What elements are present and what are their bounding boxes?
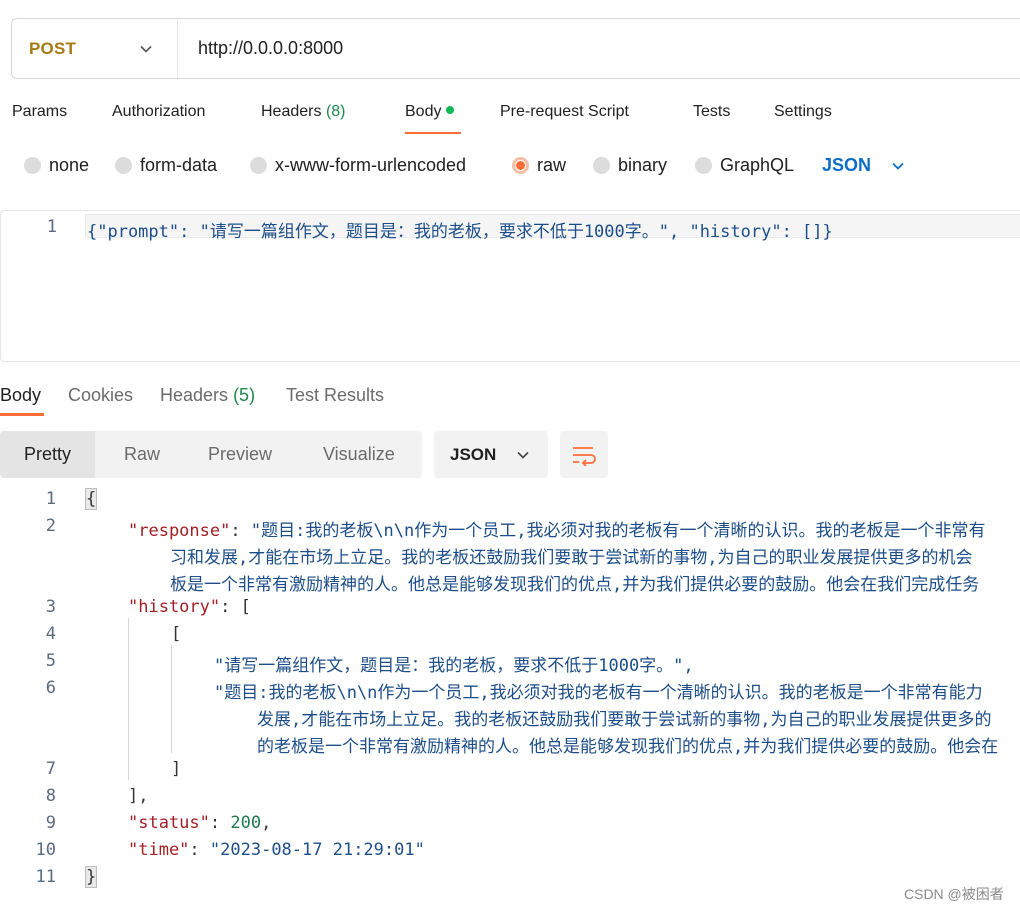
- open-brace: {: [84, 488, 98, 510]
- watermark: CSDN @被困者: [904, 886, 1004, 902]
- code-line-wrap: 习和发展,才能在市场上立足。我的老板还鼓励我们要敢于尝试新的事物,为自己的职业发…: [170, 548, 973, 568]
- radio-label: raw: [537, 155, 567, 175]
- chevron-down-icon[interactable]: [137, 40, 155, 58]
- radio-label: x-www-form-urlencoded: [275, 155, 467, 175]
- res-tab-test-results[interactable]: Test Results: [286, 385, 384, 406]
- json-string: "2023-08-17 21:29:01": [209, 840, 425, 860]
- radio-circle: [695, 157, 712, 174]
- url-input[interactable]: http://0.0.0.0:8000: [198, 38, 343, 59]
- line-number: 2: [45, 516, 56, 536]
- radio-circle: [115, 157, 132, 174]
- json-key: "history": [128, 597, 221, 617]
- response-format-select[interactable]: JSON: [434, 431, 548, 478]
- url-bar: POST http://0.0.0.0:8000: [11, 18, 1020, 79]
- radio-raw[interactable]: raw: [512, 155, 566, 176]
- code-line-close-bracket: ],: [128, 786, 149, 806]
- code-line-history: "history": [: [128, 597, 251, 617]
- response-view-modes: Pretty Raw Preview Visualize: [0, 431, 422, 478]
- code-line-close-bracket: ]: [171, 759, 182, 779]
- chevron-down-icon: [517, 451, 529, 459]
- radio-circle: [250, 157, 267, 174]
- radio-circle: [593, 157, 610, 174]
- res-tab-body[interactable]: Body: [0, 385, 41, 406]
- radio-label: GraphQL: [720, 155, 795, 175]
- radio-graphql[interactable]: GraphQL: [695, 155, 794, 176]
- radio-none[interactable]: none: [24, 155, 89, 176]
- line-number: 3: [45, 597, 56, 617]
- code-line: {"prompt": "请写一篇组作文，题目是：我的老板，要求不低于1000字。…: [87, 222, 833, 242]
- body-modified-dot: [446, 105, 455, 114]
- code-line-history-item: "题目:我的老板\n\n作为一个员工,我必须对我的老板有一个清晰的认识。我的老板…: [214, 683, 983, 703]
- tab-settings[interactable]: Settings: [774, 103, 832, 121]
- view-raw-button[interactable]: Raw: [124, 431, 160, 478]
- json-key: "time": [128, 840, 190, 860]
- view-pretty-button[interactable]: Pretty: [0, 431, 96, 478]
- code-line-time: "time": "2023-08-17 21:29:01": [128, 840, 425, 860]
- request-body-editor[interactable]: 1 {"prompt": "请写一篇组作文，题目是：我的老板，要求不低于1000…: [0, 210, 1020, 362]
- json-number: 200: [230, 813, 262, 833]
- tab-body[interactable]: Body: [405, 103, 455, 121]
- code-line-response: "response": "题目:我的老板\n\n作为一个员工,我必须对我的老板有…: [128, 521, 986, 541]
- line-number: 9: [45, 813, 56, 833]
- json-string: "题目:我的老板\n\n作为一个员工,我必须对我的老板有一个清晰的认识。我的老板…: [250, 521, 986, 541]
- indent-guide: [128, 618, 129, 780]
- tab-headers-label: Headers: [261, 103, 322, 120]
- radio-label: form-data: [140, 155, 218, 175]
- tab-headers[interactable]: Headers (8): [261, 103, 346, 121]
- headers-count: (8): [325, 103, 346, 120]
- radio-x-www-form-urlencoded[interactable]: x-www-form-urlencoded: [250, 155, 466, 176]
- wrap-lines-icon: [573, 446, 596, 466]
- indent-guide: [171, 645, 172, 753]
- view-preview-button[interactable]: Preview: [208, 431, 272, 478]
- radio-label: none: [49, 155, 90, 175]
- line-number: 1: [46, 217, 57, 237]
- tab-authorization[interactable]: Authorization: [112, 103, 205, 121]
- json-key: "response": [128, 521, 231, 541]
- line-number: 10: [35, 840, 56, 860]
- code-line-status: "status": 200,: [128, 813, 272, 833]
- line-number: 7: [45, 759, 56, 779]
- line-number: 6: [45, 678, 56, 698]
- tab-pre-request-script[interactable]: Pre-request Script: [500, 103, 629, 121]
- json-key: "status": [128, 813, 210, 833]
- wrap-lines-button[interactable]: [560, 431, 608, 478]
- code-line-history-item: "请写一篇组作文，题目是：我的老板，要求不低于1000字。",: [214, 656, 694, 676]
- chevron-down-icon: [892, 162, 904, 170]
- method-label: POST: [29, 38, 77, 58]
- view-visualize-button[interactable]: Visualize: [323, 431, 395, 478]
- code-line-wrap: 的老板是一个非常有激励精神的人。他总是能够发现我们的优点,并为我们提供必要的鼓励…: [257, 737, 999, 757]
- raw-format-select[interactable]: JSON: [822, 155, 907, 176]
- active-tab-underline: [405, 132, 461, 134]
- line-number: 5: [45, 651, 56, 671]
- response-format-label: JSON: [450, 444, 497, 464]
- line-number: 1: [45, 489, 56, 509]
- radio-circle: [24, 157, 41, 174]
- code-line-open-bracket: [: [171, 624, 182, 644]
- radio-label: binary: [618, 155, 668, 175]
- raw-format-label: JSON: [822, 155, 872, 175]
- res-tab-headers-label: Headers: [160, 385, 229, 405]
- res-tab-headers[interactable]: Headers (5): [160, 385, 255, 406]
- close-brace: }: [84, 866, 98, 888]
- tab-body-label: Body: [405, 103, 442, 120]
- code-line-wrap: 发展,才能在市场上立足。我的老板还鼓励我们要敢于尝试新的事物,为自己的职业发展提…: [257, 710, 992, 730]
- radio-binary[interactable]: binary: [593, 155, 667, 176]
- res-headers-count: (5): [233, 385, 256, 405]
- line-number: 11: [35, 867, 56, 887]
- line-number: 8: [45, 786, 56, 806]
- res-tab-cookies[interactable]: Cookies: [68, 385, 133, 406]
- tab-tests[interactable]: Tests: [693, 103, 730, 121]
- response-tab-underline: [0, 413, 44, 416]
- radio-form-data[interactable]: form-data: [115, 155, 217, 176]
- code-line-wrap: 板是一个非常有激励精神的人。他总是能够发现我们的优点,并为我们提供必要的鼓励。他…: [170, 575, 980, 595]
- tab-params[interactable]: Params: [12, 103, 67, 121]
- radio-circle-checked: [512, 157, 529, 174]
- line-number: 4: [45, 624, 56, 644]
